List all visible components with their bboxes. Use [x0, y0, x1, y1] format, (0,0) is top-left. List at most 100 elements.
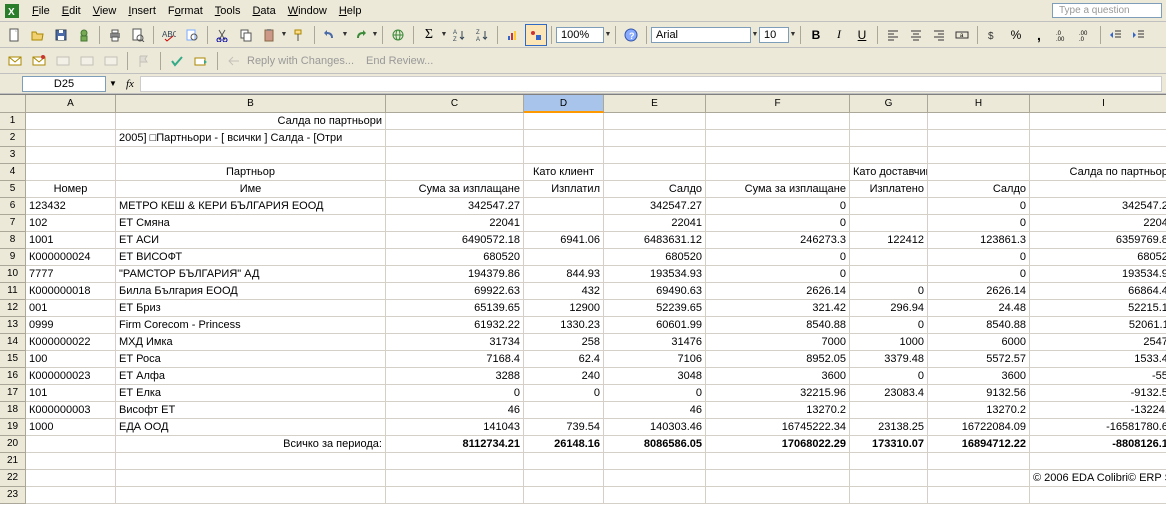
- cell-B14[interactable]: МХД Имка: [116, 334, 386, 351]
- format-painter-icon[interactable]: [288, 24, 310, 46]
- cell-H21[interactable]: [928, 453, 1030, 470]
- decrease-indent-icon[interactable]: [1105, 24, 1127, 46]
- cell-B9[interactable]: ЕТ ВИСОФТ: [116, 249, 386, 266]
- help-question-box[interactable]: Type a question: [1052, 3, 1162, 18]
- cell-H17[interactable]: 9132.56: [928, 385, 1030, 402]
- cell-A14[interactable]: К000000022: [26, 334, 116, 351]
- menu-tools[interactable]: Tools: [209, 3, 247, 19]
- cell-I19[interactable]: -16581780.63: [1030, 419, 1166, 436]
- row-header-9[interactable]: 9: [0, 249, 26, 266]
- hyperlink-icon[interactable]: [387, 24, 409, 46]
- cell-I4[interactable]: Салда по партньори: [1030, 164, 1166, 181]
- cell-D1[interactable]: [524, 113, 604, 130]
- menu-data[interactable]: Data: [246, 3, 281, 19]
- cell-I5[interactable]: [1030, 181, 1166, 198]
- cell-G9[interactable]: [850, 249, 928, 266]
- cell-C22[interactable]: [386, 470, 524, 487]
- cell-H14[interactable]: 6000: [928, 334, 1030, 351]
- cell-G14[interactable]: 1000: [850, 334, 928, 351]
- col-header-F[interactable]: F: [706, 95, 850, 113]
- cell-C17[interactable]: 0: [386, 385, 524, 402]
- cell-B1[interactable]: Салда по партньори: [116, 113, 386, 130]
- cell-E9[interactable]: 680520: [604, 249, 706, 266]
- cell-C12[interactable]: 65139.65: [386, 300, 524, 317]
- copy-icon[interactable]: [235, 24, 257, 46]
- select-all-corner[interactable]: [0, 95, 26, 113]
- menu-view[interactable]: View: [87, 3, 123, 19]
- cell-E13[interactable]: 60601.99: [604, 317, 706, 334]
- cell-H16[interactable]: 3600: [928, 368, 1030, 385]
- cell-H15[interactable]: 5572.57: [928, 351, 1030, 368]
- menu-edit[interactable]: Edit: [56, 3, 87, 19]
- col-header-H[interactable]: H: [928, 95, 1030, 113]
- col-header-A[interactable]: A: [26, 95, 116, 113]
- cell-B22[interactable]: [116, 470, 386, 487]
- cell-F1[interactable]: [706, 113, 850, 130]
- cell-D2[interactable]: [524, 130, 604, 147]
- redo-icon[interactable]: [349, 24, 371, 46]
- cell-A7[interactable]: 102: [26, 215, 116, 232]
- cell-D11[interactable]: 432: [524, 283, 604, 300]
- cell-C3[interactable]: [386, 147, 524, 164]
- row-header-23[interactable]: 23: [0, 487, 26, 504]
- bold-icon[interactable]: B: [805, 24, 827, 46]
- cell-F9[interactable]: 0: [706, 249, 850, 266]
- cell-I8[interactable]: 6359769.82: [1030, 232, 1166, 249]
- cell-F20[interactable]: 17068022.29: [706, 436, 850, 453]
- cell-B18[interactable]: Висофт ЕТ: [116, 402, 386, 419]
- cell-F21[interactable]: [706, 453, 850, 470]
- cell-A1[interactable]: [26, 113, 116, 130]
- cell-A15[interactable]: 100: [26, 351, 116, 368]
- cell-B12[interactable]: ЕТ Бриз: [116, 300, 386, 317]
- row-header-5[interactable]: 5: [0, 181, 26, 198]
- cell-D15[interactable]: 62.4: [524, 351, 604, 368]
- cell-A22[interactable]: [26, 470, 116, 487]
- cell-B3[interactable]: [116, 147, 386, 164]
- cell-G17[interactable]: 23083.4: [850, 385, 928, 402]
- cell-E7[interactable]: 22041: [604, 215, 706, 232]
- merge-center-icon[interactable]: a: [951, 24, 973, 46]
- cell-H18[interactable]: 13270.2: [928, 402, 1030, 419]
- cell-B4[interactable]: Партньор: [116, 164, 386, 181]
- cell-I2[interactable]: [1030, 130, 1166, 147]
- cell-I20[interactable]: -8808126.17: [1030, 436, 1166, 453]
- cell-G18[interactable]: [850, 402, 928, 419]
- name-box-dropdown[interactable]: ▼: [106, 79, 120, 88]
- row-header-13[interactable]: 13: [0, 317, 26, 334]
- cell-D23[interactable]: [524, 487, 604, 504]
- col-header-I[interactable]: I: [1030, 95, 1166, 113]
- cell-I9[interactable]: 680520: [1030, 249, 1166, 266]
- cell-C11[interactable]: 69922.63: [386, 283, 524, 300]
- cell-E21[interactable]: [604, 453, 706, 470]
- cell-I18[interactable]: -13224.2: [1030, 402, 1166, 419]
- cell-H6[interactable]: 0: [928, 198, 1030, 215]
- cell-E10[interactable]: 193534.93: [604, 266, 706, 283]
- cell-F14[interactable]: 7000: [706, 334, 850, 351]
- cell-G20[interactable]: 173310.07: [850, 436, 928, 453]
- cell-I16[interactable]: -552: [1030, 368, 1166, 385]
- cell-E16[interactable]: 3048: [604, 368, 706, 385]
- cell-E17[interactable]: 0: [604, 385, 706, 402]
- cell-C5[interactable]: Сума за изплащане: [386, 181, 524, 198]
- cell-F3[interactable]: [706, 147, 850, 164]
- cell-D13[interactable]: 1330.23: [524, 317, 604, 334]
- sort-asc-icon[interactable]: AZ: [448, 24, 470, 46]
- research-icon[interactable]: [181, 24, 203, 46]
- cell-F8[interactable]: 246273.3: [706, 232, 850, 249]
- cell-C14[interactable]: 31734: [386, 334, 524, 351]
- cell-A16[interactable]: К000000023: [26, 368, 116, 385]
- cell-A3[interactable]: [26, 147, 116, 164]
- increase-indent-icon[interactable]: [1128, 24, 1150, 46]
- col-header-B[interactable]: B: [116, 95, 386, 113]
- cell-F15[interactable]: 8952.05: [706, 351, 850, 368]
- font-dropdown[interactable]: ▼: [752, 24, 758, 46]
- percent-icon[interactable]: %: [1005, 24, 1027, 46]
- menu-window[interactable]: Window: [282, 3, 333, 19]
- cell-G13[interactable]: 0: [850, 317, 928, 334]
- cell-C7[interactable]: 22041: [386, 215, 524, 232]
- cell-C21[interactable]: [386, 453, 524, 470]
- undo-dropdown[interactable]: ▼: [342, 24, 348, 46]
- cell-G4[interactable]: Като доставчик: [850, 164, 928, 181]
- cell-E18[interactable]: 46: [604, 402, 706, 419]
- save-icon[interactable]: [50, 24, 72, 46]
